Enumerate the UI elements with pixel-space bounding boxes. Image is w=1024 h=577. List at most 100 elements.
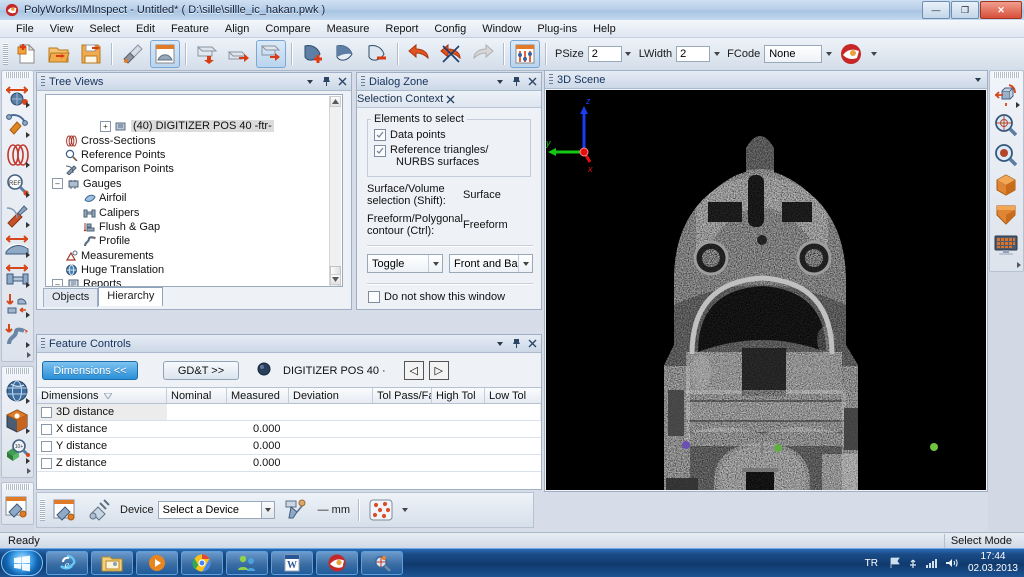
display-options-icon[interactable] [510, 40, 540, 68]
data-points-checkbox-row[interactable]: Data points [374, 129, 446, 141]
tab-hierarchy[interactable]: Hierarchy [98, 287, 164, 306]
reference-triangles-checkbox[interactable] [374, 145, 386, 157]
save-project-icon[interactable] [76, 40, 106, 68]
do-not-show-row[interactable]: Do not show this window [368, 291, 505, 303]
import-data-icon[interactable] [192, 40, 222, 68]
table-row[interactable]: Y distance 0.000 [37, 438, 541, 455]
reference-triangles-checkbox-row[interactable]: Reference triangles/ NURBS surfaces [374, 144, 488, 168]
tab-objects[interactable]: Objects [43, 288, 99, 307]
lwidth-input[interactable]: 2 [676, 46, 711, 62]
feature-color-indicator[interactable] [257, 362, 271, 379]
rotate-view-icon[interactable] [990, 80, 1021, 110]
volume-icon[interactable] [945, 557, 959, 569]
import-reference-icon[interactable] [256, 40, 286, 68]
scroll-down-button[interactable] [330, 274, 341, 285]
datum-align-icon[interactable]: 10+ [2, 436, 31, 466]
group-grip[interactable] [5, 368, 30, 374]
tree-item-calipers[interactable]: Calipers [46, 205, 342, 219]
start-button[interactable] [1, 550, 43, 576]
expander-icon[interactable]: – [52, 178, 63, 190]
3d-viewport[interactable]: z y x [546, 90, 986, 490]
menu-item-config[interactable]: Config [426, 22, 474, 36]
flush-gap-icon[interactable] [2, 290, 31, 320]
toggle-select[interactable]: Toggle [367, 254, 443, 273]
device-window-icon[interactable] [49, 494, 81, 526]
menu-item-view[interactable]: View [42, 22, 82, 36]
group-overflow-button[interactable] [2, 466, 33, 475]
do-not-show-checkbox[interactable] [368, 291, 380, 303]
caliper-distance-icon[interactable] [2, 230, 31, 260]
messenger-icon[interactable] [226, 551, 268, 575]
undo-icon[interactable] [404, 40, 434, 68]
column-header-measured[interactable]: Measured [227, 388, 289, 403]
point-pattern-dropdown-arrow[interactable] [398, 502, 411, 518]
chevron-down-icon[interactable] [303, 75, 317, 89]
column-header-dimensions[interactable]: Dimensions [37, 388, 167, 403]
previous-feature-button[interactable]: ◁ [403, 361, 424, 380]
measure-distance-icon[interactable] [2, 80, 31, 110]
close-icon[interactable] [525, 75, 539, 89]
tree-item-reports[interactable]: – Reports [46, 277, 342, 286]
menu-item-align[interactable]: Align [217, 22, 257, 36]
group-overflow-button[interactable] [990, 260, 1023, 269]
psize-input[interactable]: 2 [587, 46, 622, 62]
export-data-icon[interactable] [224, 40, 254, 68]
tree-item-airfoil[interactable]: Airfoil [46, 191, 342, 205]
menu-item-help[interactable]: Help [585, 22, 624, 36]
object-tree[interactable]: + (40) DIGITIZER POS 40 -ftr- Cross-Sect… [45, 94, 343, 287]
probe-icon[interactable] [281, 494, 315, 526]
column-header-nominal[interactable]: Nominal [167, 388, 227, 403]
polyworks-dropdown-arrow[interactable] [867, 46, 880, 62]
row-checkbox[interactable] [41, 406, 52, 418]
dimensions-button[interactable]: Dimensions << [42, 361, 138, 380]
scroll-up-button[interactable] [330, 96, 341, 107]
alignment-globe-icon[interactable] [2, 376, 31, 406]
tree-item-measurements[interactable]: Measurements [46, 249, 342, 263]
toolbar-grip[interactable] [3, 43, 8, 65]
remove-surface-icon[interactable] [362, 40, 392, 68]
tree-item-digitizer[interactable]: + (40) DIGITIZER POS 40 -ftr- [46, 119, 342, 133]
undo-all-icon[interactable] [436, 40, 466, 68]
solid-view-icon[interactable] [990, 170, 1021, 200]
microsoft-word-icon[interactable]: W [271, 551, 313, 575]
device-probe-icon[interactable] [2, 492, 31, 522]
device-toolbar-grip[interactable] [40, 499, 45, 521]
paint-brush-icon[interactable] [118, 40, 148, 68]
calipers-icon[interactable] [2, 260, 31, 290]
tree-item-flush-gap[interactable]: Flush & Gap [46, 220, 342, 234]
new-project-icon[interactable] [12, 40, 42, 68]
menu-item-measure[interactable]: Measure [319, 22, 378, 36]
panel-grip[interactable] [41, 75, 45, 88]
cross-sections-icon[interactable] [2, 140, 31, 170]
minimize-button[interactable]: — [922, 1, 950, 19]
language-indicator[interactable]: TR [865, 558, 878, 569]
column-header-low-tol[interactable]: Low Tol [485, 388, 540, 403]
panel-grip[interactable] [549, 73, 553, 86]
group-overflow-button[interactable] [2, 350, 33, 359]
chevron-down-icon[interactable] [493, 337, 507, 351]
table-row[interactable]: Z distance 0.000 [37, 455, 541, 472]
maximize-button[interactable]: ❐ [951, 1, 979, 19]
chevron-down-icon[interactable] [428, 255, 442, 272]
split-surface-icon[interactable] [330, 40, 360, 68]
menu-item-report[interactable]: Report [377, 22, 426, 36]
grid-view-icon[interactable] [990, 230, 1021, 260]
menu-item-edit[interactable]: Edit [128, 22, 163, 36]
panel-grip[interactable] [361, 75, 365, 88]
pin-icon[interactable] [319, 75, 333, 89]
polyworks-inspect-icon[interactable] [361, 551, 403, 575]
chevron-down-icon[interactable] [971, 73, 985, 87]
tree-scrollbar[interactable] [329, 96, 341, 286]
shaded-view-icon[interactable] [990, 200, 1021, 230]
expander-icon[interactable]: – [52, 278, 63, 286]
menu-item-feature[interactable]: Feature [163, 22, 217, 36]
tree-item-gauges[interactable]: – Gauges [46, 177, 342, 191]
group-grip[interactable] [5, 72, 30, 78]
comparison-points-icon[interactable] [2, 200, 31, 230]
menu-item-select[interactable]: Select [81, 22, 128, 36]
table-row[interactable]: 3D distance [37, 404, 541, 421]
windows-explorer-icon[interactable] [91, 551, 133, 575]
lwidth-dropdown-arrow[interactable] [710, 46, 723, 62]
zoom-selection-icon[interactable] [990, 140, 1021, 170]
column-header-tol-pass-fail[interactable]: Tol Pass/Fail [373, 388, 432, 403]
